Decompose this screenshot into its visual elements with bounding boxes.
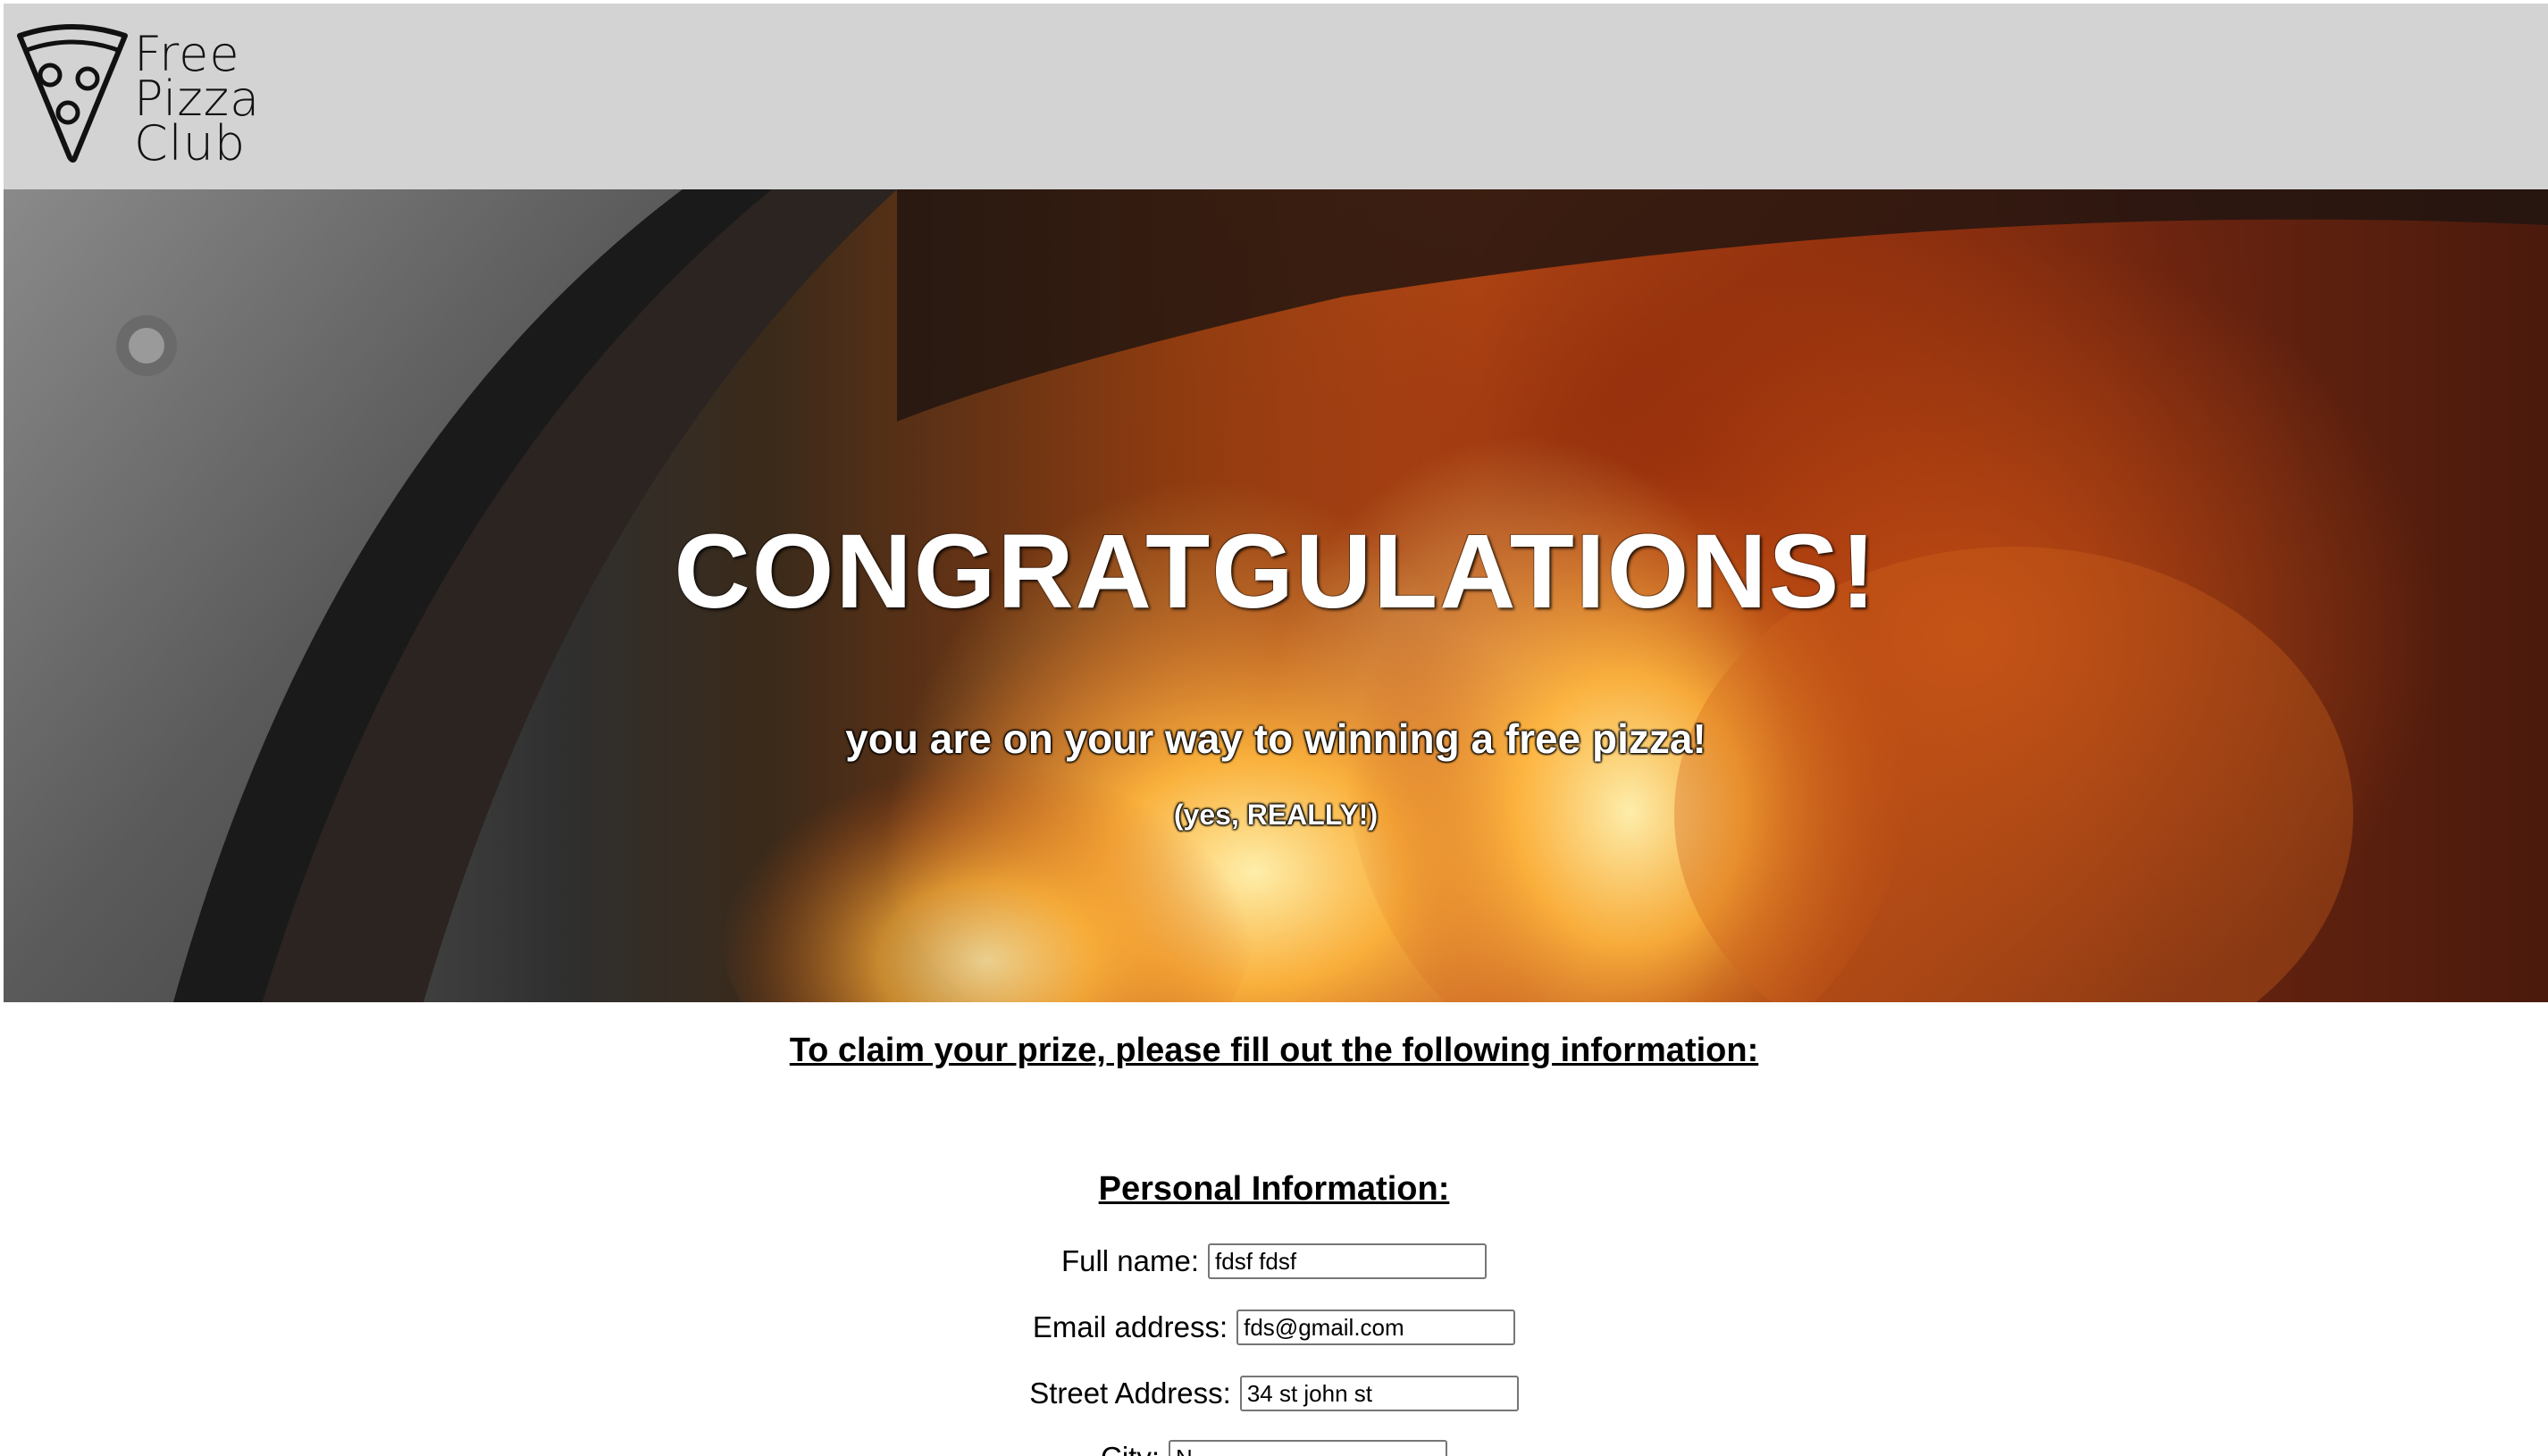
site-logo[interactable]: Free Pizza Club (14, 23, 260, 175)
hero-subtitle: you are on your way to winning a free pi… (845, 715, 1706, 762)
full-name-label: Full name: (1060, 1244, 1200, 1277)
hero-banner: CONGRATGULATIONS! you are on your way to… (4, 189, 2548, 1002)
site-header: Free Pizza Club (4, 4, 2548, 189)
full-name-input[interactable] (1208, 1243, 1488, 1279)
logo-wordmark: Free Pizza Club (134, 30, 260, 172)
city-input[interactable] (1169, 1440, 1447, 1456)
city-row: City: (0, 1440, 2548, 1456)
street-address-row: Street Address: (0, 1376, 2548, 1411)
hero-note: (yes, REALLY!) (1173, 799, 1379, 831)
email-label: Email address: (1032, 1310, 1228, 1343)
email-row: Email address: (0, 1310, 2548, 1345)
hero-title: CONGRATGULATIONS! (674, 513, 1878, 631)
pizza-slice-icon (17, 24, 128, 163)
email-input[interactable] (1236, 1310, 1516, 1345)
logo-line-3: Club (134, 115, 247, 172)
street-address-input[interactable] (1239, 1376, 1519, 1411)
claim-instructions: To claim your prize, please fill out the… (789, 1032, 1759, 1069)
street-address-label: Street Address: (1029, 1377, 1231, 1410)
page: Free Pizza Club CONGRATGULATIONS! you ar… (0, 0, 2548, 1456)
city-label: City: (1101, 1441, 1160, 1456)
personal-info-heading: Personal Information: (1098, 1170, 1450, 1208)
full-name-row: Full name: (0, 1243, 2548, 1279)
